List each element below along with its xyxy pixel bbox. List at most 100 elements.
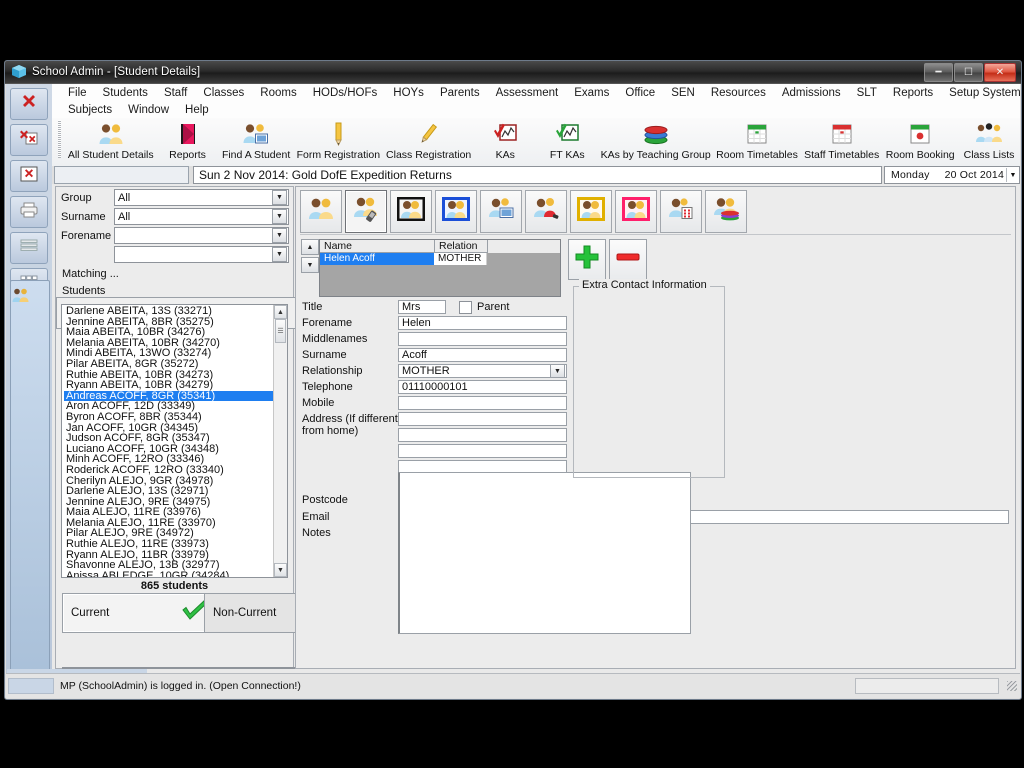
list-item[interactable]: Byron ACOFF, 8BR (35344) <box>64 412 273 423</box>
contacts-grid[interactable]: Name Relation Helen Acoff MOTHER <box>319 239 561 297</box>
relationship-combo[interactable]: MOTHER ▼ <box>398 364 567 378</box>
toolbar-kas-by-teaching-group[interactable]: KAs by Teaching Group <box>598 118 713 161</box>
spin-up-arrow[interactable]: ▲ <box>301 239 319 255</box>
menu-item-setup-system[interactable]: Setup System <box>941 87 1024 99</box>
tab-attendance[interactable] <box>660 190 702 233</box>
chevron-down-icon[interactable]: ▼ <box>272 247 287 262</box>
menu-item-subjects[interactable]: Subjects <box>60 104 120 116</box>
toolbar-all-student-details[interactable]: All Student Details <box>65 118 157 161</box>
tab-yellow-group[interactable] <box>570 190 612 233</box>
add-contact-button[interactable] <box>568 239 606 280</box>
list-item[interactable]: Pilar ABEITA, 8GR (35272) <box>64 359 273 370</box>
chevron-down-icon[interactable]: ▼ <box>1006 168 1019 182</box>
menu-item-admissions[interactable]: Admissions <box>774 87 849 99</box>
menu-item-students[interactable]: Students <box>95 87 156 99</box>
cube-icon <box>11 64 27 80</box>
date-value: 20 Oct 2014 <box>944 169 1005 181</box>
toolbar-room-timetables[interactable]: Room Timetables <box>713 118 801 161</box>
menu-item-file[interactable]: File <box>60 87 95 99</box>
menu-item-hoys[interactable]: HOYs <box>385 87 432 99</box>
resize-grip[interactable] <box>1007 681 1017 691</box>
address-line-1[interactable] <box>398 412 567 426</box>
menu-item-slt[interactable]: SLT <box>849 87 885 99</box>
student-list-scrollbar[interactable]: ▲ ☰ ▼ <box>273 305 287 577</box>
spin-down-arrow[interactable]: ▼ <box>301 257 319 273</box>
menu-item-hods-hofs[interactable]: HODs/HOFs <box>305 87 386 99</box>
menu-item-rooms[interactable]: Rooms <box>252 87 304 99</box>
table-row[interactable]: Helen Acoff MOTHER <box>320 253 560 265</box>
menu-item-parents[interactable]: Parents <box>432 87 488 99</box>
menu-item-classes[interactable]: Classes <box>195 87 252 99</box>
print-button[interactable] <box>10 196 48 228</box>
screen: School Admin - [Student Details] ━ ☐ ✕ F… <box>0 0 1024 768</box>
people-icon[interactable] <box>11 287 49 308</box>
close-window-button[interactable] <box>10 160 48 192</box>
minimize-icon[interactable]: ━ <box>924 62 953 82</box>
person-red-icon <box>531 196 561 227</box>
surname-combo[interactable]: All ▼ <box>114 208 289 225</box>
toolbar-class-lists[interactable]: Class Lists <box>958 118 1020 161</box>
list-view-button[interactable] <box>10 232 48 264</box>
group-label: Group <box>61 191 92 204</box>
parent-checkbox[interactable] <box>459 300 472 314</box>
scroll-down-arrow[interactable]: ▼ <box>274 563 287 577</box>
toolbar-find-a-student[interactable]: Find A Student <box>219 118 294 161</box>
close-record-button[interactable] <box>10 88 48 120</box>
toolbar-grip[interactable] <box>58 120 61 158</box>
student-list[interactable]: Darlene ABEITA, 13S (33271) Jennine ABEI… <box>61 304 288 578</box>
menu-item-sen[interactable]: SEN <box>663 87 703 99</box>
scrollbar-thumb[interactable]: ☰ <box>275 319 286 343</box>
close-icon[interactable]: ✕ <box>984 62 1016 82</box>
address-line-3[interactable] <box>398 444 567 458</box>
menu-item-staff[interactable]: Staff <box>156 87 195 99</box>
forename-combo[interactable]: ▼ <box>114 227 289 244</box>
grid-header: Name Relation <box>320 240 560 253</box>
tab-contacts[interactable] <box>345 190 387 233</box>
menu-item-office[interactable]: Office <box>617 87 663 99</box>
menu-item-reports[interactable]: Reports <box>885 87 941 99</box>
toolbar-kas[interactable]: KAs <box>474 118 536 161</box>
toolbar-class-registration[interactable]: Class Registration <box>383 118 474 161</box>
chevron-down-icon[interactable]: ▼ <box>550 364 565 378</box>
delete-contact-button[interactable] <box>609 239 647 280</box>
list-item[interactable]: Anissa ABLEDGE, 10GR (34284) <box>64 571 273 577</box>
telephone-input[interactable]: 01110000101 <box>398 380 567 394</box>
menu-item-resources[interactable]: Resources <box>703 87 774 99</box>
current-button[interactable]: Current <box>62 593 220 633</box>
tab-blue-group[interactable] <box>435 190 477 233</box>
group-combo[interactable]: All ▼ <box>114 189 289 206</box>
chevron-down-icon[interactable]: ▼ <box>272 190 287 205</box>
tab-student-details[interactable] <box>300 190 342 233</box>
tab-pink-group[interactable] <box>615 190 657 233</box>
maximize-icon[interactable]: ☐ <box>954 62 983 82</box>
toolbar-form-registration[interactable]: Form Registration <box>294 118 383 161</box>
notes-textarea[interactable] <box>398 472 691 634</box>
tab-books[interactable] <box>705 190 747 233</box>
date-selector[interactable]: Monday 20 Oct 2014 ▼ <box>884 166 1020 184</box>
menu-item-window[interactable]: Window <box>120 104 177 116</box>
status-indicator <box>8 678 54 694</box>
toolbar-room-booking[interactable]: Room Booking <box>882 118 958 161</box>
mobile-input[interactable] <box>398 396 567 410</box>
forename-input[interactable]: Helen <box>398 316 567 330</box>
list-item[interactable]: Roderick ACOFF, 12RO (33340) <box>64 465 273 476</box>
toolbar-staff-timetables[interactable]: Staff Timetables <box>801 118 883 161</box>
menu-item-help[interactable]: Help <box>177 104 217 116</box>
middlenames-input[interactable] <box>398 332 567 346</box>
tab-photo[interactable] <box>390 190 432 233</box>
menu-item-assessment[interactable]: Assessment <box>488 87 567 99</box>
scroll-up-arrow[interactable]: ▲ <box>274 305 287 319</box>
list-item[interactable]: Darlene ABEITA, 13S (33271) <box>64 306 273 317</box>
toolbar-reports[interactable]: Reports <box>157 118 219 161</box>
toolbar-ft-kas[interactable]: FT KAs <box>536 118 598 161</box>
tab-records[interactable] <box>480 190 522 233</box>
chevron-down-icon[interactable]: ▼ <box>272 209 287 224</box>
surname-input[interactable]: Acoff <box>398 348 567 362</box>
menu-item-exams[interactable]: Exams <box>566 87 617 99</box>
tab-medical[interactable] <box>525 190 567 233</box>
address-line-2[interactable] <box>398 428 567 442</box>
close-all-button[interactable] <box>10 124 48 156</box>
chevron-down-icon[interactable]: ▼ <box>272 228 287 243</box>
title-input[interactable]: Mrs <box>398 300 446 314</box>
extra-combo[interactable]: ▼ <box>114 246 289 263</box>
